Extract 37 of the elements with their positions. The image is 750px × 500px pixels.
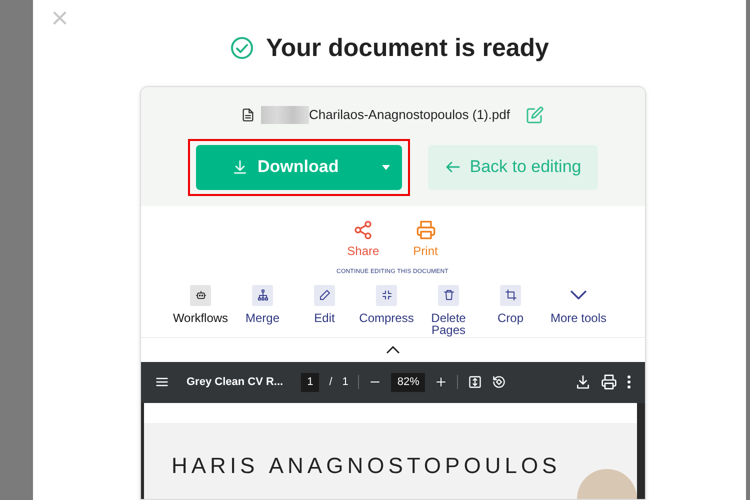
tool-button[interactable]: Workflows	[172, 284, 230, 337]
zoom-in-icon	[435, 376, 448, 388]
document-heading: HARIS ANAGNOSTOPOULOS	[172, 452, 561, 480]
printer-icon	[416, 220, 436, 240]
tool-button[interactable]: Edit	[296, 284, 354, 337]
crop-icon	[504, 289, 516, 301]
tool-button[interactable]: Compress	[358, 284, 416, 337]
file-name: Charilaos-Anagnostopoulos (1).pdf	[309, 106, 510, 124]
viewer-title: Grey Clean CV R...	[186, 375, 284, 390]
page-count: 1	[342, 375, 348, 390]
chevron-up-icon[interactable]	[386, 346, 400, 354]
printer-icon	[600, 374, 616, 390]
zoom-field[interactable]: 82%	[391, 373, 426, 392]
blurred-block	[261, 106, 310, 124]
more-options-icon[interactable]	[626, 375, 630, 390]
robot-icon	[194, 289, 206, 301]
tool-button[interactable]: More tools	[544, 284, 614, 337]
download-icon	[232, 159, 248, 175]
pencil-icon	[318, 289, 330, 301]
trash-icon	[442, 289, 454, 301]
page-separator: /	[329, 375, 332, 390]
tool-button[interactable]: Crop	[482, 284, 540, 337]
share-icon	[353, 220, 374, 240]
page-number-field[interactable]: 1	[301, 373, 320, 392]
rotate-icon	[492, 375, 506, 390]
share-button[interactable]: Share	[347, 220, 380, 260]
caret-icon[interactable]	[382, 164, 390, 170]
fit-page-icon	[468, 375, 482, 390]
tool-button[interactable]: Delete Pages	[420, 284, 478, 337]
hierarchy-icon	[256, 289, 268, 301]
download-icon	[574, 374, 590, 390]
pencil-square-icon	[526, 106, 544, 124]
compress-icon	[380, 289, 392, 301]
check-circle-icon	[230, 36, 254, 60]
tool-button[interactable]: Merge	[234, 284, 292, 337]
dialog-title: Your document is ready	[266, 33, 549, 63]
file-icon	[241, 106, 256, 123]
